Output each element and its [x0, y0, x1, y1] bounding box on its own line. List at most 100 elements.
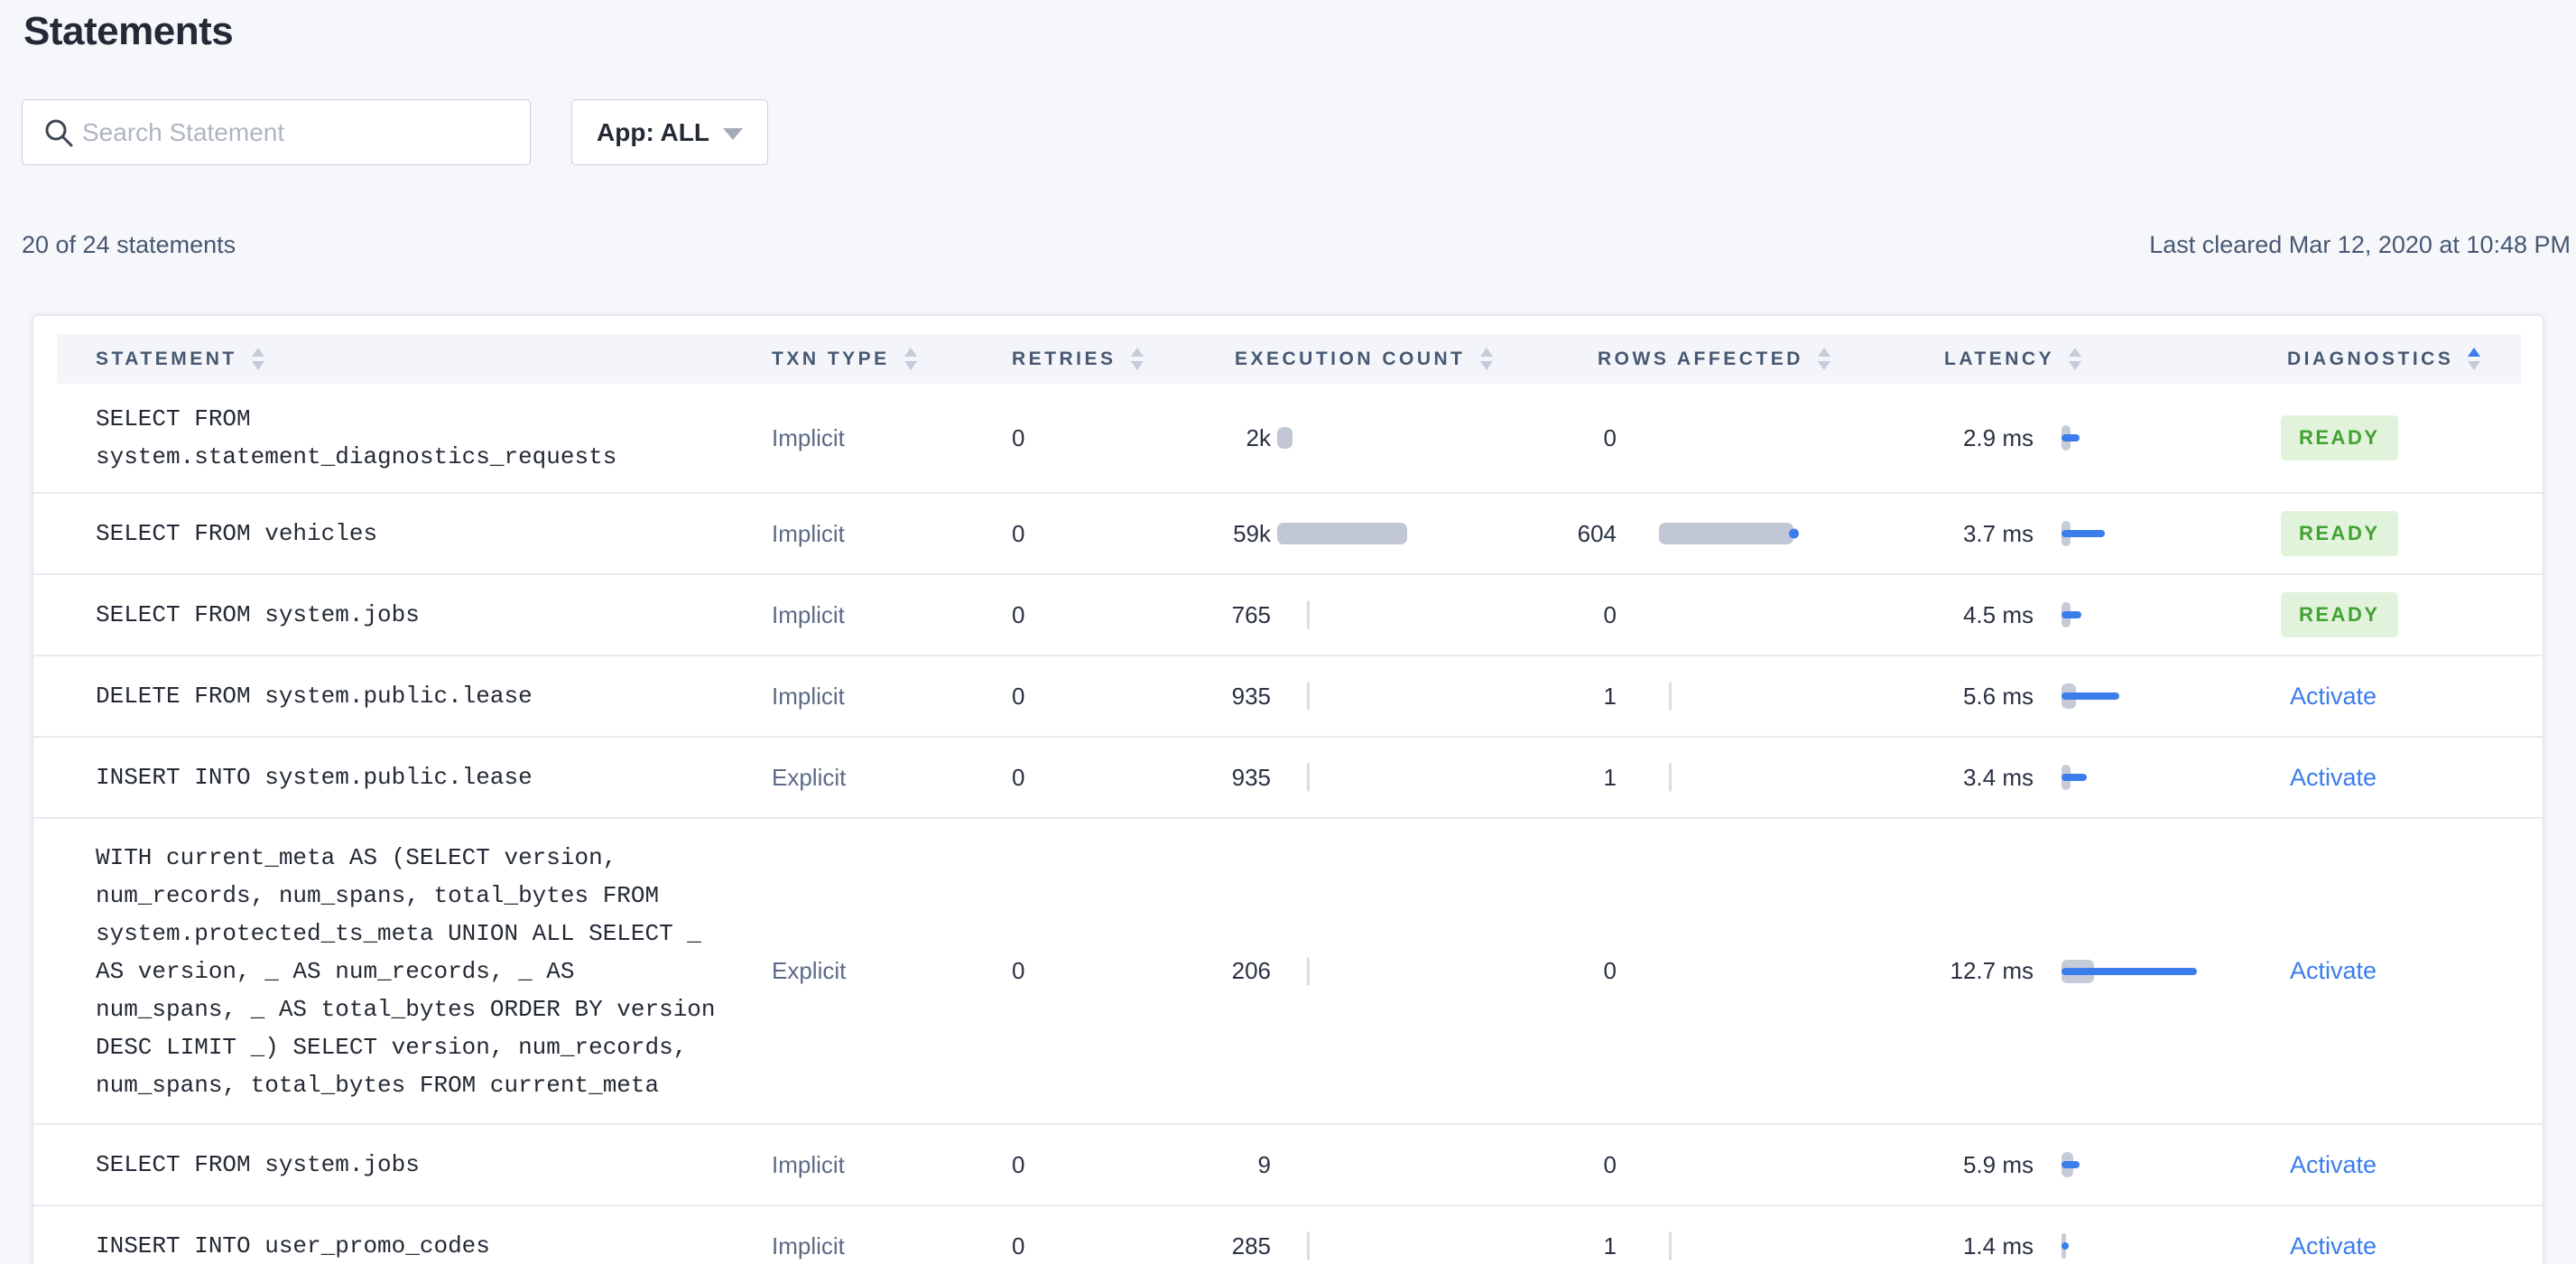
diagnostics-cell: Activate — [2281, 1206, 2516, 1264]
txn-type-value: Implicit — [772, 423, 845, 451]
statement-cell: INSERT INTO system.public.lease — [96, 738, 718, 817]
execution-count-viz — [1277, 575, 1467, 655]
rows-affected-viz — [1659, 575, 1849, 655]
diagnostics-cell: Activate — [2281, 738, 2516, 817]
column-header-label: EXECUTION COUNT — [1235, 348, 1466, 369]
latency-viz-area — [2062, 494, 2224, 573]
diagnostics-activate-link[interactable]: Activate — [2290, 1232, 2377, 1260]
latency-viz — [2062, 819, 2224, 1123]
retries-value: 0 — [1012, 600, 1025, 628]
execution-count-tick — [1307, 957, 1310, 985]
statement-link[interactable]: WITH current_meta AS (SELECT version, nu… — [96, 839, 718, 1104]
diagnostics-activate-link[interactable]: Activate — [2290, 683, 2377, 711]
table-rows: SELECT FROM system.statement_diagnostics… — [33, 384, 2544, 1264]
statement-link[interactable]: INSERT INTO user_promo_codes — [96, 1227, 718, 1264]
rows-affected-viz-area — [1659, 1125, 1849, 1204]
latency-viz-area — [2062, 384, 2224, 492]
column-header-latency[interactable]: LATENCY — [1944, 334, 2082, 384]
statement-cell: INSERT INTO user_promo_codes — [96, 1206, 718, 1264]
latency-mean-bar — [2062, 611, 2081, 618]
search-input[interactable] — [22, 99, 531, 165]
column-header-diag[interactable]: DIAGNOSTICS — [2287, 334, 2481, 384]
statement-link[interactable]: SELECT FROM vehicles — [96, 515, 718, 553]
diagnostics-activate-link[interactable]: Activate — [2290, 1151, 2377, 1179]
column-header-retries[interactable]: RETRIES — [1012, 334, 1144, 384]
execution-count-viz — [1277, 494, 1467, 573]
rows-affected-value: 0 — [1603, 1150, 1617, 1178]
sort-arrows-icon — [2468, 348, 2481, 370]
column-header-rows[interactable]: ROWS AFFECTED — [1598, 334, 1830, 384]
execution-count-tick — [1307, 1231, 1310, 1260]
diagnostics-cell: READY — [2281, 494, 2516, 573]
app-filter-button[interactable]: App: ALL — [571, 99, 768, 165]
last-cleared-text: Last cleared Mar 12, 2020 at 10:48 PM — [2149, 231, 2571, 258]
statement-cell: SELECT FROM system.jobs — [96, 1125, 718, 1204]
latency-viz — [2062, 656, 2224, 736]
sort-arrows-icon — [2069, 348, 2082, 370]
rows-affected-bar — [1659, 523, 1793, 544]
rows-affected-viz — [1659, 1125, 1849, 1204]
retries-value: 0 — [1012, 682, 1025, 710]
diagnostics-cell: READY — [2281, 384, 2516, 492]
latency-mean-bar — [2062, 1242, 2069, 1250]
retries-value: 0 — [1012, 763, 1025, 791]
latency-mean-bar — [2062, 530, 2105, 537]
rows-affected-value: 1 — [1603, 1231, 1617, 1259]
statement-link[interactable]: SELECT FROM system.statement_diagnostics… — [96, 400, 718, 476]
execution-count-viz — [1277, 1125, 1467, 1204]
execution-count-viz-area — [1277, 1125, 1467, 1204]
rows-affected-tick — [1669, 1231, 1672, 1260]
execution-count-viz — [1277, 384, 1467, 492]
diagnostics-cell: Activate — [2281, 656, 2516, 736]
latency-mean-bar — [2062, 774, 2087, 781]
diagnostics-cell: Activate — [2281, 819, 2516, 1123]
execution-count-value: 935 — [1231, 682, 1271, 710]
latency-value: 5.6 ms — [1962, 682, 2034, 710]
execution-count-tick — [1307, 682, 1310, 711]
rows-affected-viz — [1659, 494, 1849, 573]
column-header-label: STATEMENT — [96, 348, 237, 369]
txn-type-value: Explicit — [772, 763, 847, 791]
execution-count-viz-area — [1277, 494, 1467, 573]
diagnostics-activate-link[interactable]: Activate — [2290, 764, 2377, 792]
rows-affected-viz — [1659, 819, 1849, 1123]
execution-count-viz-area — [1277, 738, 1467, 817]
column-header-statement[interactable]: STATEMENT — [96, 334, 264, 384]
statement-link[interactable]: INSERT INTO system.public.lease — [96, 758, 718, 796]
sort-down-icon — [251, 361, 264, 370]
search-statement-box — [22, 99, 531, 165]
execution-count-viz — [1277, 819, 1467, 1123]
rows-affected-viz — [1659, 738, 1849, 817]
rows-affected-dot — [1789, 528, 1799, 539]
diagnostics-activate-link[interactable]: Activate — [2290, 957, 2377, 985]
sort-up-icon — [2468, 348, 2481, 357]
caret-down-icon — [722, 127, 743, 140]
rows-affected-viz-area — [1659, 575, 1849, 655]
sort-down-icon — [2468, 361, 2481, 370]
rows-affected-viz-area — [1659, 738, 1849, 817]
sort-up-icon — [1817, 348, 1830, 357]
sort-up-icon — [2069, 348, 2082, 357]
execution-count-viz — [1277, 738, 1467, 817]
execution-count-viz-area — [1277, 1206, 1467, 1264]
latency-mean-bar — [2062, 434, 2080, 441]
diagnostics-cell: Activate — [2281, 1125, 2516, 1204]
search-icon — [45, 119, 73, 147]
statement-cell: SELECT FROM system.jobs — [96, 575, 718, 655]
column-header-txn[interactable]: TXN TYPE — [772, 334, 917, 384]
statement-link[interactable]: SELECT FROM system.jobs — [96, 596, 718, 634]
table-row: DELETE FROM system.public.lease Implicit 0… — [33, 656, 2544, 738]
sort-arrows-icon — [251, 348, 264, 370]
rows-affected-value: 0 — [1603, 423, 1617, 451]
rows-affected-tick — [1669, 763, 1672, 792]
latency-viz — [2062, 384, 2224, 492]
statement-link[interactable]: SELECT FROM system.jobs — [96, 1146, 718, 1184]
txn-type-value: Implicit — [772, 682, 845, 710]
table-row: INSERT INTO user_promo_codes Implicit 0 285… — [33, 1206, 2544, 1264]
table-row: SELECT FROM vehicles Implicit 0 59k 604 3.7 m… — [33, 494, 2544, 575]
retries-value: 0 — [1012, 1150, 1025, 1178]
statement-link[interactable]: DELETE FROM system.public.lease — [96, 677, 718, 715]
column-header-exec[interactable]: EXECUTION COUNT — [1235, 334, 1493, 384]
latency-value: 2.9 ms — [1962, 423, 2034, 451]
latency-viz-area — [2062, 1125, 2224, 1204]
